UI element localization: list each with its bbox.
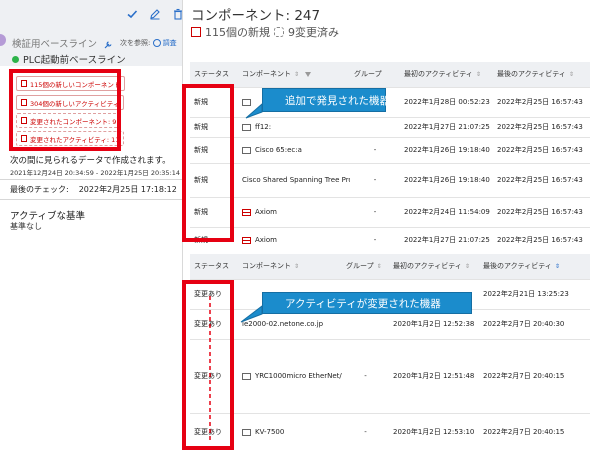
annotation-layer [209,102,263,440]
callout-new-devices: 追加で発見された機器 [262,88,390,112]
callout-changed-devices: アクティビティが変更された機器 [262,292,472,314]
